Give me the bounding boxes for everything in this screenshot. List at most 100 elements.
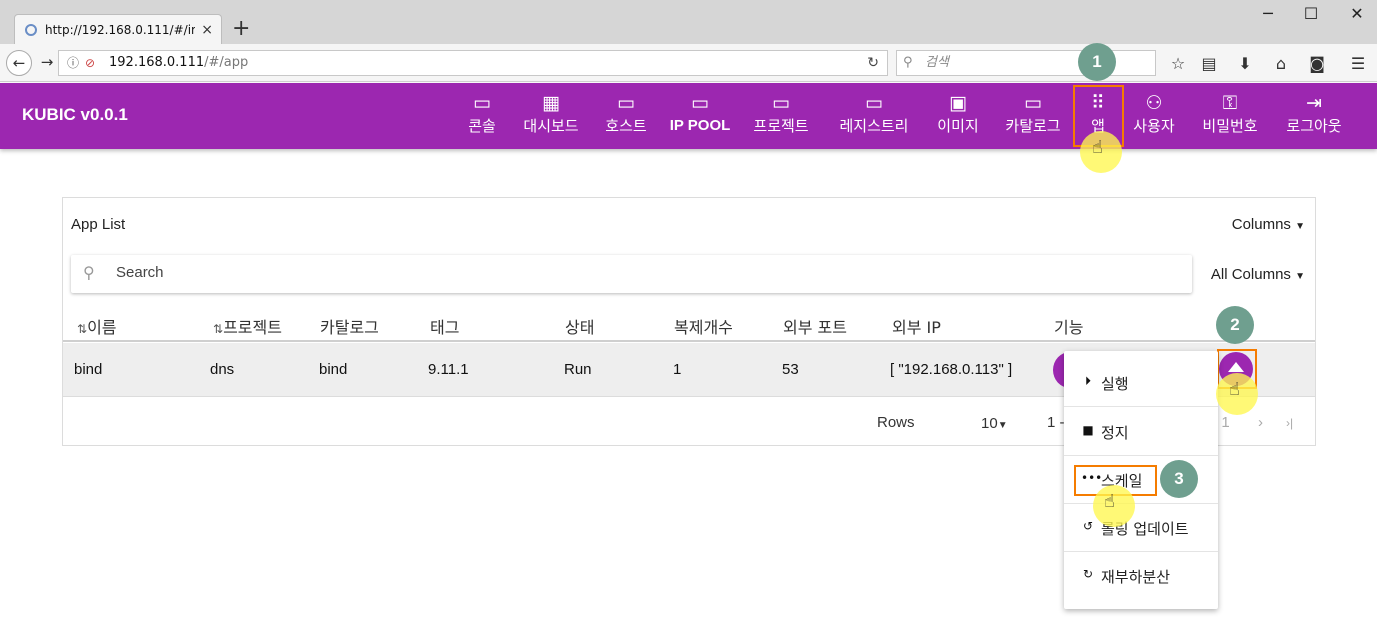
table-header: ⇅이름 ⇅프로젝트 카탈로그 태그 상태 복제개수 외부 포트 외부 IP 기능 (63, 310, 1315, 342)
reading-list-icon[interactable]: ▤ (1199, 54, 1219, 74)
header-status: 상태 (565, 318, 595, 337)
menu-stop[interactable]: ■ 정지 (1064, 408, 1218, 456)
card-title: App List (71, 216, 126, 233)
cell-external-ip: [ "192.168.0.113" ] (890, 361, 1013, 378)
bookmark-star-icon[interactable]: ☆ (1168, 54, 1188, 74)
menu-stop-label: 정지 (1101, 424, 1129, 442)
search-icon: ⚲ (83, 263, 95, 282)
hand-pointer-icon: ☝ (1229, 379, 1240, 400)
menu-label: 호스트 (605, 117, 647, 135)
rows-label: Rows (877, 414, 915, 431)
rows-value: 10 (981, 415, 998, 432)
menu-rebalance-label: 재부하분산 (1101, 568, 1171, 586)
info-icon[interactable]: ⓘ (67, 51, 79, 75)
new-tab-button[interactable]: + (232, 16, 250, 42)
menu-rolling-update[interactable]: ↺ 롤링 업데이트 (1064, 504, 1218, 552)
cell-project: dns (210, 361, 235, 378)
menu-label: 대시보드 (523, 117, 579, 135)
hand-pointer-icon: ☝ (1104, 491, 1115, 512)
column-filter-select[interactable]: All Columns ▼ (1211, 266, 1305, 283)
menu-item-catalog[interactable]: ▭ 카탈로그 (1000, 91, 1066, 143)
laptop-icon: ▭ (473, 92, 491, 114)
browser-search-box[interactable]: ⚲ 검색 (896, 50, 1156, 76)
sort-icon: ⇅ (77, 322, 88, 336)
header-actions: 기능 (1054, 318, 1084, 337)
favicon-icon (25, 24, 37, 36)
header-external-ip: 외부 IP (892, 318, 941, 337)
menu-item-console[interactable]: ▭ 콘솔 (462, 91, 502, 143)
menu-label: 사용자 (1133, 117, 1175, 135)
browser-tab-bar: http://192.168.0.111/#/imag × + ─ ☐ ✕ (0, 0, 1377, 44)
dashboard-icon: ▦ (542, 92, 560, 114)
browser-tab[interactable]: http://192.168.0.111/#/imag × (14, 14, 222, 44)
hand-pointer-icon: ☝ (1092, 137, 1103, 158)
caret-down-icon: ▼ (997, 420, 1008, 431)
menu-item-registry[interactable]: ▭ 레지스트리 (834, 91, 914, 143)
menu-item-ip-pool[interactable]: ▭ IP POOL (668, 91, 732, 143)
laptop-icon: ▭ (865, 92, 883, 114)
menu-label: 비밀번호 (1202, 117, 1258, 135)
menu-item-logout[interactable]: ⇥ 로그아웃 (1281, 91, 1347, 143)
laptop-icon: ▭ (1024, 92, 1042, 114)
last-page-icon[interactable]: ›| (1286, 416, 1293, 430)
tab-title: http://192.168.0.111/#/imag (45, 23, 195, 37)
app-brand: KUBIC v0.0.1 (22, 105, 128, 124)
columns-button[interactable]: Columns ▼ (1232, 216, 1305, 233)
cell-external-port: 53 (782, 361, 799, 378)
menu-item-image[interactable]: ▣ 이미지 (933, 91, 983, 143)
minimize-button[interactable]: ─ (1258, 4, 1278, 23)
menu-item-password[interactable]: ⚿ 비밀번호 (1197, 91, 1263, 143)
reload-icon[interactable]: ↻ (867, 51, 879, 75)
laptop-icon: ▭ (772, 92, 790, 114)
menu-item-user[interactable]: ⚇ 사용자 (1129, 91, 1179, 143)
search-placeholder: Search (116, 264, 164, 281)
header-tag: 태그 (430, 318, 460, 337)
arrow-left-icon: ← (12, 54, 26, 72)
menu-label: 프로젝트 (753, 117, 809, 135)
search-input[interactable]: ⚲ Search (71, 255, 1192, 293)
close-window-button[interactable]: ✕ (1347, 4, 1367, 23)
url-path: /#/app (204, 55, 249, 70)
laptop-icon: ▭ (691, 92, 709, 114)
header-label: 프로젝트 (223, 318, 282, 337)
menu-label: 레지스트리 (839, 117, 909, 135)
step-badge-2: 2 (1216, 306, 1254, 344)
home-icon[interactable]: ⌂ (1271, 54, 1291, 74)
image-icon: ▣ (949, 92, 967, 114)
back-button[interactable]: ← (6, 50, 32, 76)
tab-close-icon[interactable]: × (201, 15, 213, 44)
url-text: 192.168.0.111/#/app (109, 51, 248, 75)
cell-tag: 9.11.1 (428, 361, 469, 378)
key-icon: ⚿ (1222, 92, 1238, 114)
menu-label: 카탈로그 (1005, 117, 1061, 135)
menu-run[interactable]: ⏵ 실행 (1064, 359, 1218, 407)
header-name[interactable]: ⇅이름 (77, 314, 117, 338)
header-external-port: 외부 포트 (783, 318, 847, 337)
menu-run-label: 실행 (1101, 375, 1129, 393)
url-host: 192.168.0.111 (109, 55, 205, 70)
caret-down-icon: ▼ (1295, 221, 1305, 232)
menu-item-dashboard[interactable]: ▦ 대시보드 (518, 91, 584, 143)
next-page-icon[interactable]: › (1258, 414, 1263, 431)
pocket-icon[interactable]: ◙ (1307, 54, 1327, 74)
forward-button[interactable]: → (34, 50, 60, 76)
menu-label: IP POOL (669, 117, 731, 134)
header-catalog: 카탈로그 (320, 318, 379, 337)
maximize-button[interactable]: ☐ (1301, 4, 1321, 23)
caret-down-icon: ▼ (1295, 271, 1305, 282)
menu-rebalance[interactable]: ↻ 재부하분산 (1064, 552, 1218, 600)
menu-label: 콘솔 (468, 117, 496, 135)
search-icon: ⚲ (903, 55, 913, 70)
page-range: 1 - (1047, 414, 1065, 431)
step-badge-1: 1 (1078, 43, 1116, 81)
rows-per-page-select[interactable]: 10▼ (981, 415, 1008, 432)
hamburger-menu-icon[interactable]: ☰ (1348, 54, 1368, 74)
menu-item-project[interactable]: ▭ 프로젝트 (748, 91, 814, 143)
laptop-icon: ▭ (617, 92, 635, 114)
header-project[interactable]: ⇅프로젝트 (213, 314, 282, 338)
menu-item-host[interactable]: ▭ 호스트 (601, 91, 651, 143)
column-filter-label: All Columns (1210, 266, 1291, 283)
download-icon[interactable]: ⬇ (1235, 54, 1255, 74)
arrow-right-icon: → (40, 53, 54, 71)
address-bar[interactable]: ⓘ ⊘ 192.168.0.111/#/app ↻ (58, 50, 888, 76)
